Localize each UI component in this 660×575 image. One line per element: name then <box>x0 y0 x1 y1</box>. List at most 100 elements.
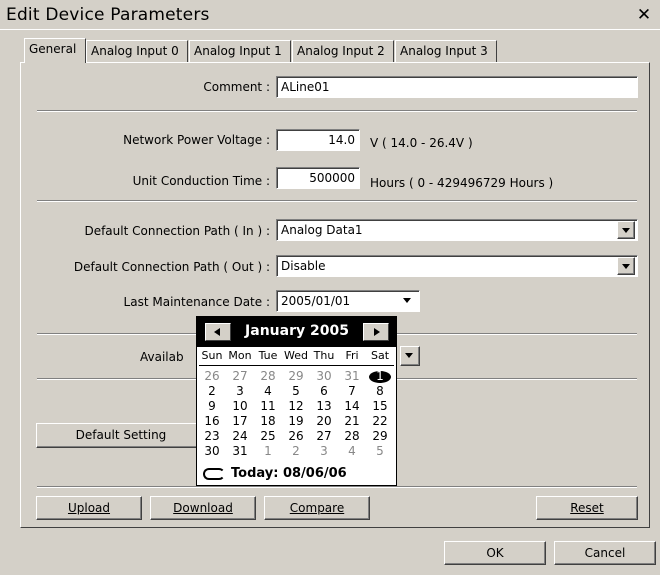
calendar-day[interactable]: 26 <box>198 369 226 384</box>
calendar-day-of-week: Sat <box>370 349 390 362</box>
calendar-header: January 2005 <box>197 317 396 347</box>
calendar-day[interactable]: 27 <box>310 429 338 444</box>
calendar-month-title: January 2005 <box>245 323 349 339</box>
calendar-day[interactable]: 3 <box>226 384 254 399</box>
title-bar: Edit Device Parameters ✕ <box>0 0 660 30</box>
chevron-down-icon[interactable] <box>617 221 635 239</box>
calendar-day[interactable]: 28 <box>338 429 366 444</box>
chevron-down-icon[interactable] <box>617 257 635 275</box>
window-title: Edit Device Parameters <box>6 5 210 25</box>
last-maintenance-date-value: 2005/01/01 <box>281 294 351 308</box>
calendar-day-of-week: Wed <box>284 349 308 362</box>
chevron-down-icon[interactable] <box>399 292 417 310</box>
calendar-day[interactable]: 1 <box>254 444 282 459</box>
download-button[interactable]: Download <box>150 496 256 520</box>
tab-analog-input-1[interactable]: Analog Input 1 <box>189 40 291 62</box>
calendar-day[interactable]: 12 <box>282 399 310 414</box>
calendar-day[interactable]: 7 <box>338 384 366 399</box>
download-label: Download <box>173 501 233 515</box>
calendar-day[interactable]: 6 <box>310 384 338 399</box>
calendar-divider <box>199 365 394 366</box>
network-power-voltage-input[interactable]: 14.0 <box>276 129 360 151</box>
calendar-day[interactable]: 16 <box>198 414 226 429</box>
default-path-out-select[interactable]: Disable <box>276 255 638 277</box>
calendar-day[interactable]: 15 <box>366 399 394 414</box>
unit-conduction-time-label: Unit Conduction Time : <box>132 174 270 188</box>
default-setting-button[interactable]: Default Setting <box>36 423 206 448</box>
date-picker-calendar: January 2005 Sun Mon Tue Wed Thu Fri Sat 26 27 2… <box>196 316 397 486</box>
last-maintenance-date-picker[interactable]: 2005/01/01 <box>276 290 420 312</box>
default-path-out-value: Disable <box>281 259 326 273</box>
default-path-in-select[interactable]: Analog Data1 <box>276 219 638 241</box>
compare-label: Compare <box>289 501 345 515</box>
calendar-day[interactable]: 3 <box>310 444 338 459</box>
unit-conduction-time-input[interactable]: 500000 <box>276 167 360 189</box>
calendar-day-of-week: Mon <box>228 349 252 362</box>
default-path-out-label: Default Connection Path ( Out ) : <box>73 260 270 274</box>
network-power-voltage-label: Network Power Voltage : <box>123 133 270 147</box>
calendar-day[interactable]: 19 <box>282 414 310 429</box>
last-maintenance-date-label: Last Maintenance Date : <box>123 295 270 309</box>
reset-label: Reset <box>570 501 604 515</box>
calendar-day[interactable]: 8 <box>366 384 394 399</box>
calendar-day[interactable]: 31 <box>226 444 254 459</box>
separator <box>37 486 637 488</box>
default-path-in-value: Analog Data1 <box>281 223 363 237</box>
calendar-day[interactable]: 22 <box>366 414 394 429</box>
compare-button[interactable]: Compare <box>264 496 370 520</box>
chevron-down-icon <box>401 347 419 365</box>
calendar-day[interactable]: 25 <box>254 429 282 444</box>
tab-analog-input-3[interactable]: Analog Input 3 <box>395 40 497 62</box>
default-path-in-label: Default Connection Path ( In ) : <box>84 224 270 238</box>
calendar-day[interactable]: 17 <box>226 414 254 429</box>
calendar-day[interactable]: 30 <box>198 444 226 459</box>
calendar-day[interactable]: 18 <box>254 414 282 429</box>
tab-analog-input-2[interactable]: Analog Input 2 <box>292 40 394 62</box>
calendar-day[interactable]: 4 <box>338 444 366 459</box>
reset-button[interactable]: Reset <box>536 496 638 520</box>
calendar-day[interactable]: 21 <box>338 414 366 429</box>
calendar-day[interactable]: 29 <box>366 429 394 444</box>
calendar-day[interactable]: 5 <box>366 444 394 459</box>
calendar-day-of-week: Thu <box>313 349 335 362</box>
calendar-day[interactable]: 20 <box>310 414 338 429</box>
cancel-button[interactable]: Cancel <box>554 541 656 565</box>
calendar-day[interactable]: 10 <box>226 399 254 414</box>
calendar-day[interactable]: 11 <box>254 399 282 414</box>
separator <box>37 200 637 202</box>
calendar-day[interactable]: 31 <box>338 369 366 384</box>
available-dropdown-button[interactable] <box>400 346 420 366</box>
upload-label: Upload <box>67 501 111 515</box>
calendar-day[interactable]: 1 <box>366 369 394 384</box>
today-icon[interactable] <box>203 468 225 480</box>
separator <box>37 110 637 112</box>
available-label: Availab <box>140 350 184 364</box>
upload-button[interactable]: Upload <box>36 496 142 520</box>
calendar-day[interactable]: 9 <box>198 399 226 414</box>
calendar-day[interactable]: 14 <box>338 399 366 414</box>
next-month-icon[interactable] <box>363 323 389 341</box>
calendar-day[interactable]: 28 <box>254 369 282 384</box>
calendar-day[interactable]: 27 <box>226 369 254 384</box>
calendar-day[interactable]: 2 <box>282 444 310 459</box>
calendar-day[interactable]: 5 <box>282 384 310 399</box>
tab-analog-input-0[interactable]: Analog Input 0 <box>86 40 188 62</box>
calendar-day-of-week: Sun <box>201 349 223 362</box>
ok-button[interactable]: OK <box>444 541 546 565</box>
previous-month-icon[interactable] <box>205 323 231 341</box>
unit-conduction-time-unit: Hours ( 0 - 429496729 Hours ) <box>370 176 554 190</box>
calendar-day[interactable]: 24 <box>226 429 254 444</box>
calendar-day[interactable]: 4 <box>254 384 282 399</box>
calendar-day[interactable]: 2 <box>198 384 226 399</box>
calendar-day[interactable]: 23 <box>198 429 226 444</box>
calendar-day[interactable]: 29 <box>282 369 310 384</box>
tab-general[interactable]: General <box>24 38 86 63</box>
close-button[interactable]: ✕ <box>633 6 655 26</box>
calendar-day-of-week: Fri <box>345 349 359 362</box>
calendar-day[interactable]: 26 <box>282 429 310 444</box>
today-label[interactable]: Today: 08/06/06 <box>231 466 347 481</box>
calendar-day-of-week: Tue <box>258 349 278 362</box>
calendar-day[interactable]: 13 <box>310 399 338 414</box>
comment-input[interactable]: ALine01 <box>276 76 638 98</box>
calendar-day[interactable]: 30 <box>310 369 338 384</box>
